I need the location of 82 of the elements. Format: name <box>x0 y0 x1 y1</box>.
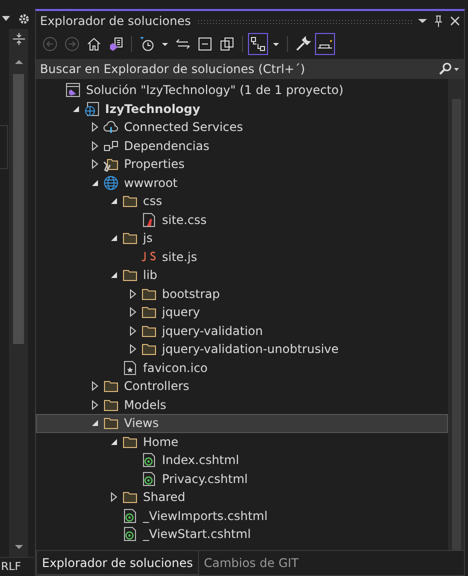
razor-file-icon <box>141 452 157 468</box>
tree-item[interactable]: jquery-validation <box>36 322 448 340</box>
settings-icon[interactable] <box>18 13 30 25</box>
collapse-arrow-icon[interactable] <box>91 178 99 188</box>
tree-item[interactable]: js <box>36 229 448 248</box>
tree-item[interactable]: Views <box>36 414 448 432</box>
tree-item[interactable]: Solución "IzyTechnology" (1 de 1 proyecto) <box>36 81 448 100</box>
razor-file-icon <box>122 508 138 524</box>
panel-tab[interactable]: Cambios de GIT <box>198 551 304 575</box>
line-ending-label[interactable]: RLF <box>0 557 34 576</box>
razor-file-icon <box>141 470 157 487</box>
collapse-arrow-icon[interactable] <box>110 436 118 447</box>
solution-icon <box>65 82 81 98</box>
expand-arrow-icon[interactable] <box>91 400 99 410</box>
collapse-arrow-icon[interactable] <box>110 233 118 244</box>
tree-item[interactable]: Home <box>36 432 448 451</box>
wrench-folder-icon <box>103 156 119 172</box>
tree-item[interactable]: lib <box>36 266 448 284</box>
cloud-icon <box>103 119 119 136</box>
expand-arrow-icon[interactable] <box>91 381 99 392</box>
search-field[interactable]: Buscar en Explorador de soluciones (Ctrl+´) <box>36 59 464 79</box>
collapse-arrow-icon[interactable] <box>91 418 99 428</box>
tree-item[interactable]: IzyTechnology <box>36 100 448 118</box>
collapse-arrow-icon[interactable] <box>110 196 118 206</box>
document-switch-icon[interactable] <box>108 36 124 52</box>
tree-item[interactable]: site.js <box>36 248 448 266</box>
expand-arrow-icon[interactable] <box>129 307 137 318</box>
expand-arrow-icon[interactable] <box>129 288 137 299</box>
tree-item[interactable]: Connected Services <box>36 118 448 136</box>
tree-item[interactable]: Index.cshtml <box>36 451 448 470</box>
image-file-icon <box>122 360 138 376</box>
tree-item[interactable]: jquery <box>36 303 448 322</box>
folder-icon <box>141 341 157 358</box>
tree-item[interactable]: bootstrap <box>36 284 448 303</box>
tree-item[interactable]: jquery-validation-unobtrusive <box>36 340 448 358</box>
expand-arrow-icon[interactable] <box>110 492 118 502</box>
scroll-up-icon[interactable] <box>14 58 24 66</box>
tree-item[interactable]: wwwroot <box>36 174 448 192</box>
web-project-icon <box>84 100 100 117</box>
tree-item[interactable]: Shared <box>36 488 448 506</box>
expand-arrow-icon[interactable] <box>91 140 99 151</box>
split-icon[interactable] <box>12 32 26 46</box>
expand-arrow-icon[interactable] <box>129 326 137 336</box>
panel-title: Explorador de soluciones <box>40 14 191 28</box>
collapse-all-icon[interactable] <box>197 36 213 52</box>
clock-icon[interactable] <box>139 36 155 52</box>
expand-arrow-icon[interactable] <box>91 122 99 132</box>
folder-icon <box>122 230 138 246</box>
tree-item[interactable]: Properties <box>36 155 448 174</box>
search-icon[interactable] <box>438 62 460 76</box>
expand-arrow-icon[interactable] <box>129 344 137 354</box>
scrollbar-thumb[interactable] <box>452 99 460 550</box>
pin-icon[interactable] <box>434 15 443 27</box>
collapse-arrow-icon[interactable] <box>72 104 80 114</box>
scroll-down-icon[interactable] <box>14 543 24 551</box>
tree-item[interactable]: _ViewStart.cshtml <box>36 525 448 544</box>
folder-icon <box>122 193 138 210</box>
globe-icon <box>103 174 119 191</box>
folder-icon <box>141 304 157 320</box>
collapse-arrow-icon[interactable] <box>110 270 118 280</box>
tree-item[interactable]: _ViewImports.cshtml <box>36 506 448 525</box>
folder-icon <box>103 415 119 432</box>
wrench-icon[interactable] <box>295 36 311 52</box>
expand-arrow-icon[interactable] <box>91 159 99 170</box>
razor-file-icon <box>122 526 138 542</box>
close-icon[interactable] <box>450 15 460 27</box>
folder-icon <box>122 489 138 506</box>
css-file-icon <box>141 212 157 228</box>
caret-down-icon[interactable] <box>2 16 10 22</box>
tree-item[interactable]: Privacy.cshtml <box>36 470 448 488</box>
tree-item[interactable]: Controllers <box>36 377 448 396</box>
tree-item[interactable]: Dependencias <box>36 136 448 155</box>
tree-item[interactable]: site.css <box>36 210 448 229</box>
scrollbar-thumb[interactable] <box>13 74 24 344</box>
tree-item[interactable]: Models <box>36 396 448 414</box>
tree-item[interactable]: favicon.ico <box>36 358 448 377</box>
folder-icon <box>103 378 119 394</box>
tree-item[interactable]: css <box>36 192 448 210</box>
folder-icon <box>122 267 138 284</box>
copy-icon[interactable] <box>219 36 235 52</box>
panel-tab[interactable]: Explorador de soluciones <box>36 551 199 575</box>
home-icon[interactable] <box>86 36 102 52</box>
